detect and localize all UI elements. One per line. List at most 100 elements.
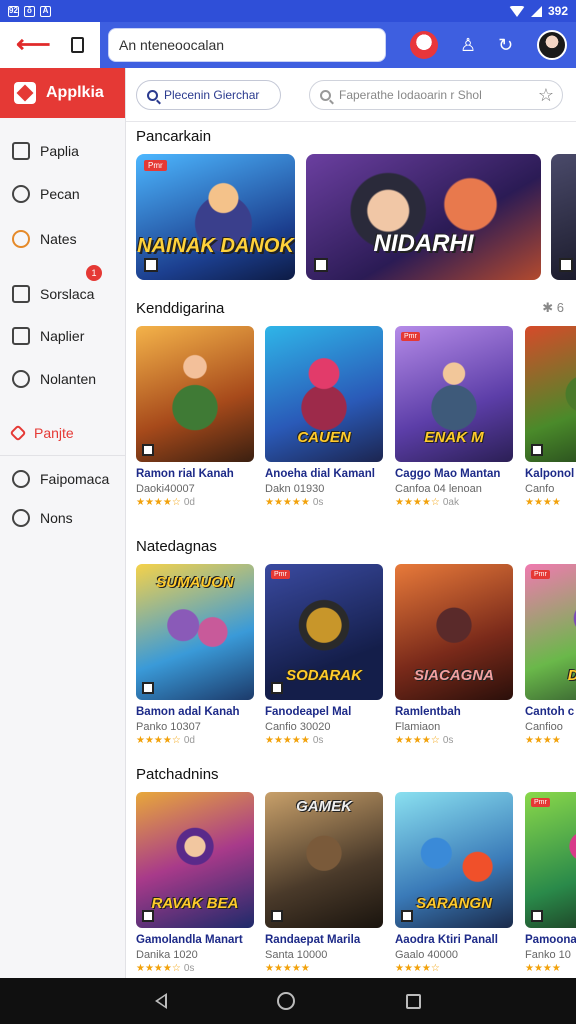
game-title: Pamoonadl: [525, 934, 576, 946]
search-icon: [320, 89, 331, 101]
game-thumbnail: [525, 326, 576, 462]
sidebar-item-label: Pecan: [40, 186, 80, 202]
game-thumbnail: SUMAUON: [136, 564, 254, 700]
game-card[interactable]: Kalponol Canfo ★★★★: [525, 326, 576, 508]
game-title: Cantoh c: [525, 706, 575, 718]
notification-icon: ō: [24, 5, 35, 17]
game-card[interactable]: Pmr Pamoonadl Fanko 10 ★★★★: [525, 792, 576, 974]
address-bar[interactable]: An nteneoocalan: [108, 28, 386, 62]
sidebar-item-nolanten[interactable]: Nolanten: [12, 370, 96, 388]
stars: ★★★★☆: [136, 963, 181, 974]
game-card[interactable]: GAMEK Randaepat Marila Santa 10000 ★★★★★: [265, 792, 383, 974]
rating-stars: ★★★★: [525, 735, 576, 746]
user-icon[interactable]: ♙: [460, 35, 476, 56]
mascot-icon[interactable]: [410, 31, 438, 59]
app-root: 92 ō A 392 ⟵ An nteneoocalan ♙ ↻ Applkia: [0, 0, 576, 1024]
game-thumbnail: [136, 326, 254, 462]
game-card[interactable]: SUMAUON Bamon adal Kanah Panko 10307 ★★★…: [136, 564, 254, 746]
sidebar-item-label: Naplier: [40, 328, 85, 344]
game-card[interactable]: Pmr SODARAK Fanodeapel Mal Canfio 30020 …: [265, 564, 383, 746]
search-chip[interactable]: Plecenin Gierchar: [136, 80, 281, 110]
game-subtitle: Canfio 30020: [265, 721, 331, 733]
rating-stars: ★★★★☆ 0ak: [395, 497, 513, 508]
sidebar-item-nons[interactable]: Nons: [12, 509, 73, 527]
document-icon[interactable]: [70, 37, 84, 53]
search-placeholder: Faperathe Iodaoarin r Shol: [339, 88, 482, 102]
rating-stars: ★★★★☆ 0s: [136, 963, 254, 974]
top-toolbar: ⟵ An nteneoocalan ♙ ↻: [0, 22, 576, 68]
sidebar-item-label: Nates: [40, 231, 77, 247]
sidebar-brand[interactable]: Applkia: [0, 68, 125, 118]
stars: ★★★★☆: [136, 735, 181, 746]
avatar[interactable]: [537, 30, 568, 60]
rating-count: 0s: [312, 735, 324, 746]
stars: ★★★★☆: [395, 497, 440, 508]
featured-banner[interactable]: [551, 154, 576, 280]
game-thumbnail: CAUEN: [265, 326, 383, 462]
game-thumbnail: Pmr SODARAK: [265, 564, 383, 700]
art-title: SIACAGNA: [413, 667, 494, 684]
diamond-icon: [9, 424, 27, 442]
section-more-link[interactable]: ✱ 6: [542, 300, 564, 316]
back-arrow-icon[interactable]: ⟵: [16, 33, 50, 57]
refresh-icon[interactable]: ↻: [498, 35, 513, 56]
status-time: 392: [547, 4, 568, 18]
art-title: SUMAUON: [156, 574, 234, 591]
game-card[interactable]: RAVAK BEA Gamolandla Manart Danika 1020 …: [136, 792, 254, 974]
sidebar-item-nates[interactable]: Nates: [12, 230, 77, 248]
system-nav-bar: [0, 978, 576, 1024]
home-icon[interactable]: [277, 992, 296, 1010]
game-card[interactable]: Pmr DNA Cantoh c Canfioo ★★★★: [525, 564, 576, 746]
sidebar-item-label: Sorslaca: [40, 286, 95, 302]
sidebar-item-faipomaca[interactable]: Faipomaca: [12, 470, 109, 488]
featured-banner[interactable]: Pmr NAINAK DANOK: [136, 154, 295, 280]
chip-label: Plecenin Gierchar: [164, 88, 260, 102]
banner-tag: Pmr: [144, 160, 167, 171]
section-title: Patchadnins: [136, 766, 219, 783]
star-icon[interactable]: ☆: [538, 85, 554, 106]
notification-icon: A: [40, 5, 51, 17]
game-title: Fanodeapel Mal: [265, 706, 352, 718]
sidebar-item-sorslaca[interactable]: Sorslaca: [12, 285, 94, 303]
sidebar-item-panjte[interactable]: Panjte: [9, 424, 74, 442]
game-card[interactable]: Ramon rial Kanah Daoki40007 ★★★★☆ 0d: [136, 326, 254, 508]
game-thumbnail: SIACAGNA: [395, 564, 513, 700]
game-card[interactable]: SIACAGNA Ramlentbah Flamiaon ★★★★☆ 0s: [395, 564, 513, 746]
recents-icon[interactable]: [405, 993, 421, 1009]
controller-icon: [314, 258, 328, 272]
notification-icon: 92: [8, 5, 19, 17]
section-title: Kenddigarina: [136, 300, 225, 317]
game-subtitle: Fanko 10: [525, 949, 571, 961]
game-subtitle: Santa 10000: [265, 949, 328, 961]
sidebar-item-pecan[interactable]: Pecan: [12, 185, 80, 203]
people-icon: [12, 185, 30, 203]
game-thumbnail: SARANGN: [395, 792, 513, 928]
controller-icon: [144, 258, 158, 272]
rating-stars: ★★★★☆: [395, 963, 513, 974]
sidebar-item-naplier[interactable]: Naplier: [12, 327, 84, 345]
game-thumbnail: Pmr DNA: [525, 564, 576, 700]
rating-count: 0s: [312, 497, 324, 508]
app-logo-icon: [14, 82, 36, 104]
featured-banner[interactable]: NIDARHI: [306, 154, 541, 280]
controller-icon: [142, 682, 154, 694]
status-bar: 92 ō A 392: [0, 0, 576, 22]
orange-circle-icon: [12, 230, 30, 248]
rating-stars: ★★★★★ 0s: [265, 735, 383, 746]
stars: ★★★★☆: [395, 735, 440, 746]
rating-count: 0ak: [442, 497, 459, 508]
game-card[interactable]: CAUEN Anoeha dial Kamanl Dakn 01930 ★★★★…: [265, 326, 383, 508]
game-card[interactable]: Pmr ENAK M Caggo Mao Mantan Canfoa 04 le…: [395, 326, 513, 508]
sidebar-item-paplia[interactable]: Paplia: [12, 142, 79, 160]
shield-icon: [12, 509, 30, 527]
controller-icon: [142, 444, 154, 456]
banner-title: NAINAK DANOK: [137, 235, 294, 257]
rating-stars: ★★★★: [525, 497, 576, 508]
status-icons: 92 ō A: [8, 5, 51, 17]
controller-icon: [559, 258, 573, 272]
game-card[interactable]: SARANGN Aaodra Ktiri Panall Gaalo 40000 …: [395, 792, 513, 974]
search-input[interactable]: Faperathe Iodaoarin r Shol ☆: [309, 80, 563, 110]
rating-count: 0s: [442, 735, 454, 746]
game-thumbnail: Pmr: [525, 792, 576, 928]
back-icon[interactable]: [155, 993, 168, 1009]
